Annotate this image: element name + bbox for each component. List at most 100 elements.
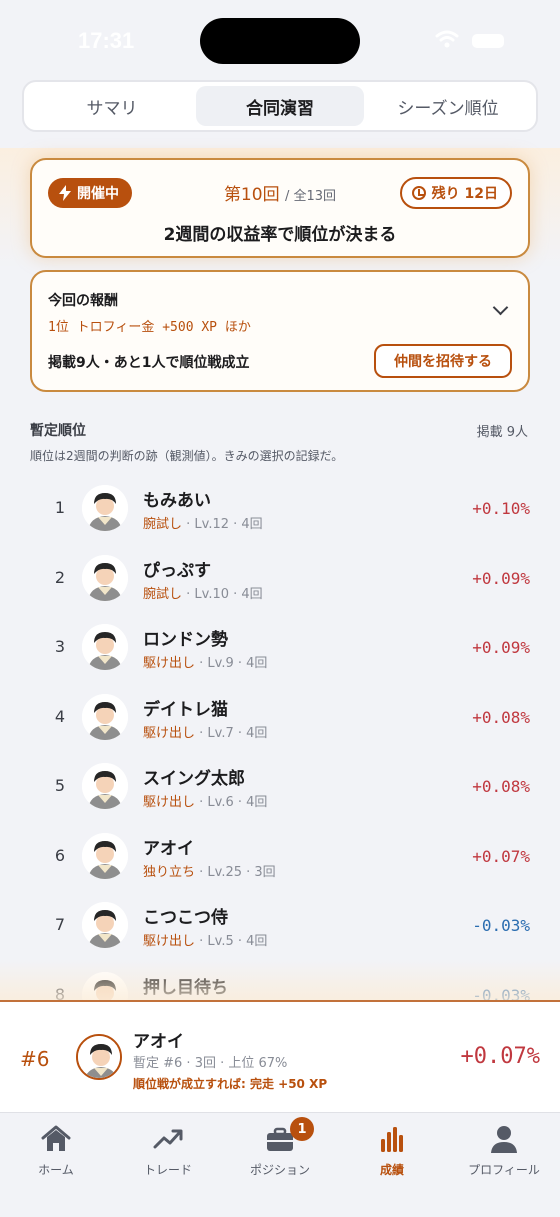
round-number: 第10回 (223, 185, 280, 205)
row-style: 腕試し (143, 586, 183, 602)
row-rank: 1 (54, 498, 66, 517)
row-name: ぴっぷす (143, 560, 211, 581)
tab-season-ranking[interactable]: シーズン順位 (364, 86, 532, 126)
my-return-value: +0.07% (460, 1044, 540, 1069)
row-meta: 駆け出し · Lv.5 · 4回 (143, 930, 267, 949)
status-bar: 17:31 (0, 0, 560, 80)
tab-position[interactable]: 1 ポジション (224, 1117, 336, 1181)
row-rank: 4 (54, 706, 66, 726)
person-icon (491, 1126, 517, 1153)
avatar (82, 554, 128, 601)
avatar (82, 624, 128, 670)
ranking-row[interactable]: 5 スイング太郎駆け出し · Lv.6 · 4回 +0.08% (0, 753, 560, 823)
row-style: 駆け出し (143, 934, 196, 949)
row-rank: 2 (54, 567, 66, 587)
row-style: 駆け出し (143, 795, 196, 810)
row-return-value: -0.03% (472, 916, 530, 935)
tab-home[interactable]: ホーム (0, 1121, 112, 1181)
my-bonus: 順位戦が成立すれば: 完走 +50 XP (133, 1077, 328, 1091)
remaining-days-badge: 残り 12日 (399, 177, 512, 209)
tab-trade[interactable]: トレード (112, 1121, 224, 1181)
tab-bar: ホーム トレード 1 ポジション 成績 プロフィール (0, 1112, 560, 1217)
ranking-count: 掲載 9人 (476, 425, 528, 440)
reward-detail: 1位 トロフィー金 +500 XP ほか (48, 320, 251, 335)
ranking-row[interactable]: 7 こつこつ侍駆け出し · Lv.5 · 4回 -0.03% (0, 892, 560, 962)
tab-home-label: ホーム (38, 1163, 74, 1177)
row-rank: 7 (54, 915, 66, 934)
ranking-row[interactable]: 2 ぴっぷす腕試し · Lv.10 · 4回 +0.09% (0, 545, 560, 615)
status-time: 17:31 (78, 28, 135, 53)
row-meta: 駆け出し · Lv.7 · 4回 (143, 722, 267, 741)
row-meta-detail: · Lv.10 · 4回 (182, 586, 263, 602)
row-return-value: +0.09% (472, 638, 530, 657)
row-meta: 駆け出し · Lv.9 · 4回 (143, 652, 267, 671)
invite-button[interactable]: 仲間を招待する (374, 344, 512, 378)
list-fade (0, 960, 560, 1005)
row-name: こつこつ侍 (143, 908, 228, 928)
my-rank: #6 (20, 1047, 50, 1071)
my-rank-panel[interactable]: #6 アオイ 暫定 #6 · 3回 · 上位 67% 順位戦が成立すれば: 完走… (0, 1000, 560, 1112)
avatar (82, 902, 128, 948)
row-name: ロンドン勢 (143, 630, 228, 650)
row-rank: 5 (54, 776, 66, 795)
avatar (82, 763, 128, 809)
tab-profile[interactable]: プロフィール (448, 1121, 560, 1181)
tab-joint-practice[interactable]: 合同演習 (196, 86, 364, 126)
avatar (82, 832, 128, 879)
row-name: もみあい (143, 491, 211, 511)
avatar (82, 485, 128, 531)
clock-icon (411, 186, 426, 200)
segmented-control: サマリ 合同演習 シーズン順位 (22, 80, 538, 132)
chevron-down-icon[interactable] (492, 299, 509, 316)
my-avatar (76, 1034, 122, 1080)
tab-summary[interactable]: サマリ (28, 86, 196, 126)
ranking-list: 1 もみあい 腕試し · Lv.12 · 4回 +0.10% 2 ぴっぷす 腕試し · Lv… (0, 475, 560, 1000)
row-return-value: +0.08% (472, 707, 530, 727)
row-return-value: +0.08% (472, 777, 530, 796)
row-style: 駆け出し (143, 725, 196, 741)
row-return-value: +0.10% (472, 499, 530, 518)
row-style: 駆け出し (143, 656, 196, 671)
tab-results-label: 成績 (379, 1163, 404, 1177)
row-meta: 駆け出し · Lv.6 · 4回 (143, 791, 267, 810)
reward-title: 今回の報酬 (48, 293, 118, 309)
row-style: 独り立ち (143, 864, 196, 880)
battery-icon (472, 34, 504, 48)
row-meta-detail: · Lv.6 · 4回 (195, 795, 268, 810)
row-meta-detail: · Lv.5 · 4回 (195, 934, 268, 949)
row-meta-detail: · Lv.25 · 3回 (195, 864, 276, 880)
trend-icon (153, 1129, 183, 1149)
avatar (82, 693, 128, 740)
ranking-note: 順位は2週間の判断の跡（観測値）。きみの選択の記録だ。 (30, 449, 344, 463)
my-meta: 暫定 #6 · 3回 · 上位 67% (133, 1056, 288, 1071)
row-style: 腕試し (143, 517, 183, 532)
row-meta: 独り立ち · Lv.25 · 3回 (143, 861, 276, 880)
ranking-heading: 暫定順位 (30, 423, 86, 439)
tab-results[interactable]: 成績 (336, 1121, 448, 1181)
remaining-days: 残り 12日 (431, 186, 498, 202)
ranking-row[interactable]: 6 アオイ 独り立ち · Lv.25 · 3回 +0.07% (0, 823, 560, 893)
row-meta: 腕試し · Lv.10 · 4回 (143, 583, 263, 602)
row-return-value: +0.09% (472, 568, 530, 588)
tab-profile-label: プロフィール (468, 1163, 540, 1177)
event-card: 開催中 第10回 / 全13回 残り 12日 2週間の収益率で順位が決まる (30, 158, 530, 258)
event-description: 2週間の収益率で順位が決まる (163, 225, 397, 245)
row-name: アオイ (143, 838, 194, 859)
reward-card[interactable]: 今回の報酬 1位 トロフィー金 +500 XP ほか 掲載9人・あと1人で順位戦… (30, 270, 530, 392)
ranking-row[interactable]: 4 デイトレ猫駆け出し · Lv.7 · 4回 +0.08% (0, 684, 560, 754)
home-icon (41, 1125, 71, 1151)
row-rank: 6 (54, 845, 66, 865)
my-name: アオイ (133, 1032, 184, 1052)
wifi-icon (435, 30, 459, 48)
round-total: / 全13回 (284, 189, 337, 204)
row-meta-detail: · Lv.7 · 4回 (195, 725, 268, 741)
position-count-badge: 1 (290, 1117, 314, 1141)
avatar-illustration (78, 1036, 120, 1078)
ranking-row[interactable]: 3 ロンドン勢 駆け出し · Lv.9 · 4回 +0.09% (0, 614, 560, 684)
row-meta-detail: · Lv.12 · 4回 (182, 517, 263, 532)
ranking-row[interactable]: 1 もみあい腕試し · Lv.12 · 4回 +0.10% (0, 475, 560, 545)
row-name: スイング太郎 (143, 769, 245, 789)
tab-trade-label: トレード (143, 1163, 192, 1177)
row-meta: 腕試し · Lv.12 · 4回 (143, 513, 263, 532)
row-name: デイトレ猫 (143, 699, 228, 720)
